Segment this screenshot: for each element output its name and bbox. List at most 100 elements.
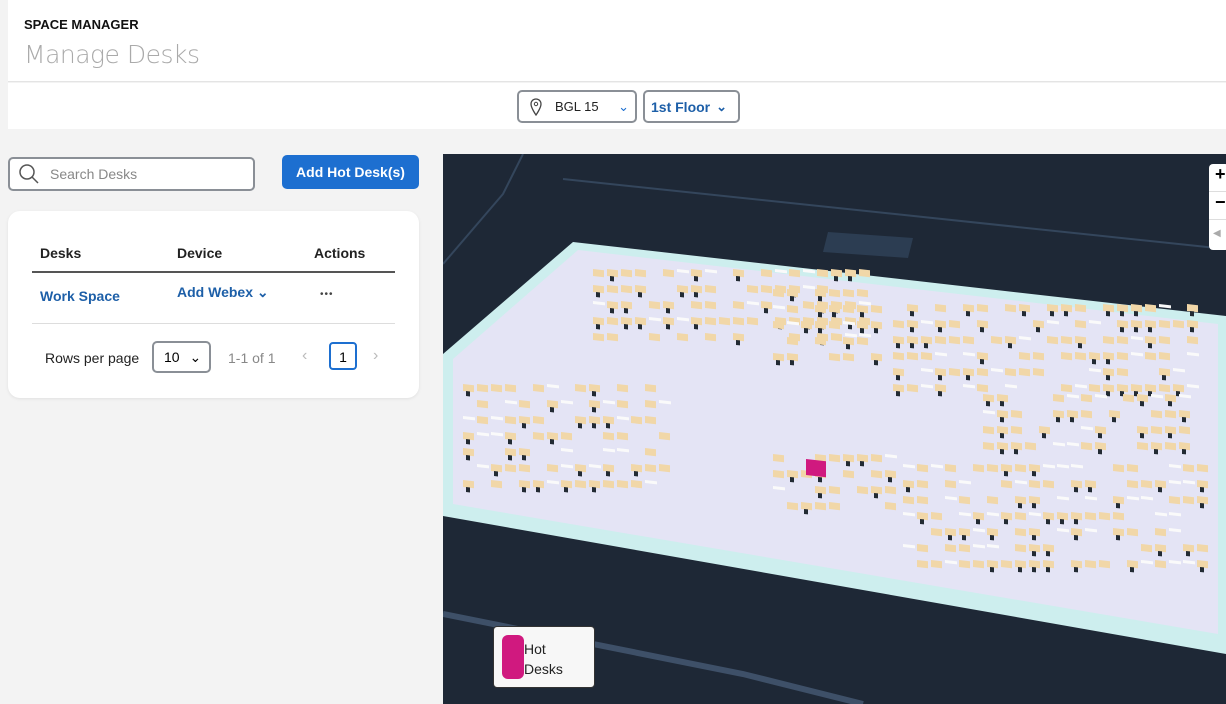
- desk: [1103, 383, 1114, 393]
- desk: [1127, 559, 1138, 569]
- chair: [860, 460, 864, 467]
- desk: [1187, 303, 1198, 313]
- chair: [1106, 374, 1110, 381]
- building-select[interactable]: BGL 15 ⌄: [517, 90, 637, 123]
- desk: [857, 320, 868, 330]
- chair: [1032, 502, 1036, 509]
- chair: [1074, 518, 1078, 525]
- desk: [977, 383, 988, 393]
- desk: [1117, 335, 1128, 345]
- next-page-icon[interactable]: ›: [373, 347, 378, 365]
- chair: [596, 291, 600, 298]
- desk: [1159, 319, 1170, 329]
- desk: [1067, 409, 1078, 419]
- desk: [977, 303, 988, 313]
- page-number-button[interactable]: 1: [329, 342, 357, 370]
- desk: [1159, 351, 1170, 361]
- chair: [1162, 374, 1166, 381]
- desk: [843, 453, 854, 463]
- desk: [1047, 335, 1058, 345]
- desk: [761, 300, 772, 310]
- desk: [773, 352, 784, 362]
- chair: [832, 311, 836, 318]
- zoom-in-button[interactable]: +: [1209, 164, 1226, 192]
- previous-page-icon[interactable]: ‹: [302, 347, 307, 365]
- desk: [505, 415, 516, 425]
- desk: [631, 415, 642, 425]
- desk: [1103, 335, 1114, 345]
- chair: [860, 327, 864, 334]
- column-header-actions: Actions: [314, 245, 366, 261]
- desk: [603, 463, 614, 473]
- desk: [621, 300, 632, 310]
- desk: [1183, 463, 1194, 473]
- compass-icon[interactable]: ◀: [1209, 220, 1226, 248]
- chair: [910, 326, 914, 333]
- desk: [645, 399, 656, 409]
- desk: [705, 300, 716, 310]
- desk: [733, 300, 744, 310]
- desk: [1029, 559, 1040, 569]
- floor-select[interactable]: 1st Floor ⌄: [643, 90, 740, 123]
- more-actions-button[interactable]: •••: [320, 289, 334, 300]
- chair: [910, 310, 914, 317]
- desk: [1005, 367, 1016, 377]
- search-desks-input[interactable]: Search Desks: [8, 157, 255, 191]
- floor-map[interactable]: + − ◀ Hot Desks: [443, 154, 1226, 704]
- desk: [893, 319, 904, 329]
- desk: [1085, 479, 1096, 489]
- desk: [1053, 409, 1064, 419]
- desk: [963, 335, 974, 345]
- add-webex-dropdown[interactable]: Add Webex ⌄: [177, 284, 269, 301]
- rows-per-page-select[interactable]: 10 ⌄: [152, 341, 211, 373]
- desk: [519, 479, 530, 489]
- desk: [1159, 335, 1170, 345]
- desk: [815, 336, 826, 346]
- desk: [893, 383, 904, 393]
- chevron-down-icon: ⌄: [618, 98, 629, 114]
- desk: [1029, 543, 1040, 553]
- desk: [857, 288, 868, 298]
- desk: [987, 527, 998, 537]
- desk: [945, 543, 956, 553]
- chair: [634, 470, 638, 477]
- desk: [1187, 319, 1198, 329]
- desk: [1001, 463, 1012, 473]
- desk: [1061, 335, 1072, 345]
- desk-link[interactable]: Work Space: [40, 288, 120, 304]
- desk: [907, 335, 918, 345]
- page-header: SPACE MANAGER Manage Desks: [8, 0, 1226, 82]
- zoom-out-button[interactable]: −: [1209, 192, 1226, 220]
- desk: [859, 268, 870, 278]
- chair: [1116, 534, 1120, 541]
- chair: [1092, 358, 1096, 365]
- desk: [963, 367, 974, 377]
- chair: [860, 311, 864, 318]
- desk: [1005, 303, 1016, 313]
- desk: [857, 304, 868, 314]
- chair: [1032, 470, 1036, 477]
- desk: [997, 441, 1008, 451]
- desk: [1113, 511, 1124, 521]
- desk: [917, 495, 928, 505]
- desk: [801, 501, 812, 511]
- desk: [1179, 409, 1190, 419]
- add-hot-desk-button[interactable]: Add Hot Desk(s): [282, 155, 419, 189]
- desk: [787, 469, 798, 479]
- desk: [1019, 303, 1030, 313]
- floor-plan-3d[interactable]: [443, 154, 1226, 704]
- desk: [1197, 559, 1208, 569]
- chair: [976, 518, 980, 525]
- chair: [1078, 342, 1082, 349]
- chair: [592, 422, 596, 429]
- desk: [1099, 559, 1110, 569]
- chair: [938, 390, 942, 397]
- desk: [1117, 367, 1128, 377]
- desk: [949, 335, 960, 345]
- desk: [931, 527, 942, 537]
- desk: [1029, 495, 1040, 505]
- desk: [1155, 527, 1166, 537]
- desk: [977, 319, 988, 329]
- add-webex-label: Add Webex: [177, 284, 253, 300]
- chair: [1106, 358, 1110, 365]
